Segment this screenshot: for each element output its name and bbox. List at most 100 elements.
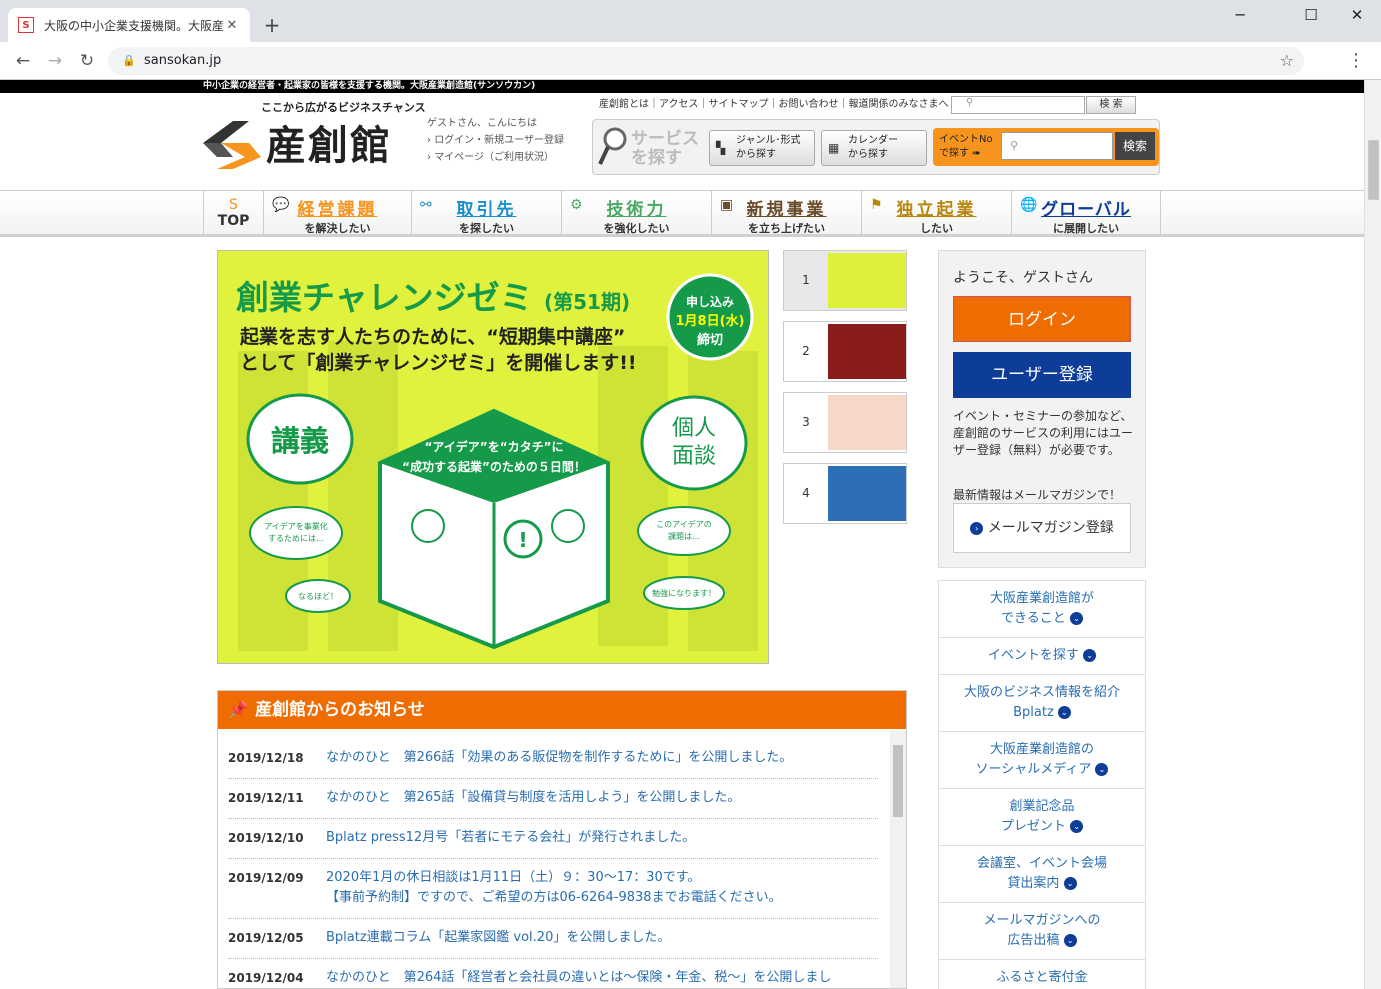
network-icon: ⚯ <box>420 197 432 213</box>
tab-title: 大阪の中小企業支援機関。大阪産 <box>44 18 224 33</box>
utility-links[interactable]: 産創館とは｜アクセス｜サイトマップ｜お問い合わせ｜報道関係のみなさまへ <box>599 95 949 110</box>
login-button[interactable]: ログイン <box>953 296 1131 342</box>
news-link[interactable]: なかのひと 第264話「経営者と会社員の違いとは～保険・年金、税～」を公開しまし <box>326 968 878 988</box>
nav-technology[interactable]: ⚙ 技術力 を強化したい <box>561 191 711 235</box>
welcome-text: ようこそ、ゲストさん <box>953 270 1093 286</box>
side-menu-item[interactable]: 大阪産業創造館の ソーシャルメディア ⌄ <box>939 732 1145 789</box>
carousel-thumb[interactable]: 3 <box>783 392 907 453</box>
calendar-search-button[interactable]: ▦ カレンダー から探す <box>821 130 927 166</box>
svg-text:“アイデア”を“カタチ”に: “アイデア”を“カタチ”に <box>425 439 564 454</box>
search-icon: ⚲ <box>1010 139 1019 152</box>
event-no-input[interactable]: ⚲ <box>1001 132 1113 160</box>
browser-toolbar: ← → ↻ 🔒 sansokan.jp ☆ ⋮ <box>0 42 1381 80</box>
speech-bubble-icon: 💬 <box>272 197 290 213</box>
news-link[interactable]: なかのひと 第266話「効果のある販促物を制作するために」を公開しました。 <box>326 748 878 768</box>
thumb-image <box>828 395 906 450</box>
close-tab-icon[interactable]: ✕ <box>224 18 240 33</box>
svg-text:するためには…: するためには… <box>268 534 324 543</box>
news-list: 2019/12/18 なかのひと 第266話「効果のある販促物を制作するために」を… <box>228 739 878 989</box>
news-scrollbar[interactable] <box>890 731 906 988</box>
newsletter-button[interactable]: › メールマガジン登録 <box>953 503 1131 553</box>
carousel-thumb[interactable]: 4 <box>783 463 907 524</box>
site-header: ここから広がるビジネスチャンス 産創館 ゲストさん、こんにちは › ログイン・新… <box>0 93 1364 190</box>
nav-management[interactable]: 💬 経営課題 を解決したい <box>263 191 411 235</box>
mail-note: 最新情報はメールマガジンで！ <box>953 488 1122 502</box>
forward-icon[interactable]: → <box>44 51 66 71</box>
carousel-thumb[interactable]: 2 <box>783 321 907 382</box>
nav-global[interactable]: 🌐 グローバル に展開したい <box>1011 191 1161 235</box>
svg-text:締切: 締切 <box>697 332 723 348</box>
chevron-down-icon: ⌄ <box>1069 612 1083 625</box>
mypage-link[interactable]: › マイページ（ご利用状況） <box>427 149 564 166</box>
event-no-search: イベントNo で探す ➠ ⚲ 検索 <box>933 128 1159 166</box>
hero-illustration: 創業チャレンジゼミ (第51期) 申し込み 1月8日(水) 締切 起業を志す人た… <box>218 251 768 663</box>
site-search-button[interactable]: 検 索 <box>1086 96 1136 114</box>
nav-partners[interactable]: ⚯ 取引先 を探したい <box>411 191 561 235</box>
guest-panel: ゲストさん、こんにちは › ログイン・新規ユーザー登録 › マイページ（ご利用状… <box>427 115 564 166</box>
news-link[interactable]: なかのひと 第265話「設備貸与制度を活用しよう」を公開しました。 <box>326 788 878 808</box>
site-search-input[interactable]: ⚲ <box>951 96 1085 114</box>
side-menu-item[interactable]: 大阪産業創造館が できること ⌄ <box>939 581 1145 638</box>
site-favicon-icon: S <box>18 17 34 33</box>
news-row: 2019/12/11 なかのひと 第265話「設備貸与制度を活用しよう」を公開しま… <box>228 779 878 819</box>
chevron-right-icon: › <box>970 521 984 535</box>
new-tab-icon[interactable]: + <box>262 13 282 37</box>
logo-small-icon: S <box>229 197 238 213</box>
browser-tabstrip: S 大阪の中小企業支援機関。大阪産 ✕ + ─ ☐ ✕ <box>0 0 1381 42</box>
svg-text:勉強になります！: 勉強になります！ <box>652 588 716 598</box>
maximize-icon[interactable]: ☐ <box>1291 6 1331 24</box>
site-logo[interactable]: ここから広がるビジネスチャンス 産創館 <box>203 99 426 179</box>
news-panel: 📌 産創館からのお知らせ 2019/12/18 なかのひと 第266話「効果のある… <box>217 690 907 989</box>
side-menu-item[interactable]: 創業記念品 プレゼント ⌄ <box>939 789 1145 846</box>
svg-text:“成功する起業”のための５日間！: “成功する起業”のための５日間！ <box>402 459 586 474</box>
chevron-down-icon: ⌄ <box>1057 706 1071 719</box>
magnifier-icon <box>598 127 627 165</box>
bookmark-star-icon[interactable]: ☆ <box>1280 47 1294 75</box>
gear-icon: ⚙ <box>570 197 583 213</box>
chevron-down-icon: ⌄ <box>1063 934 1077 947</box>
news-link[interactable]: 2020年1月の休日相談は1月11日（土）９：30～17：30です。 【事前予約… <box>326 868 878 908</box>
logo-name: 産創館 <box>266 122 392 169</box>
svg-text:!: ! <box>518 528 527 552</box>
minimize-icon[interactable]: ─ <box>1220 6 1260 24</box>
register-button[interactable]: ユーザー登録 <box>953 352 1131 398</box>
back-icon[interactable]: ← <box>12 51 34 71</box>
page-scrollbar[interactable] <box>1364 80 1381 989</box>
reload-icon[interactable]: ↻ <box>76 51 98 71</box>
news-row: 2019/12/10 Bplatz press12月号「若者にモテる会社」が発行さ… <box>228 819 878 859</box>
side-menu-item[interactable]: ふるさと寄付金 <box>939 960 1145 989</box>
login-register-link[interactable]: › ログイン・新規ユーザー登録 <box>427 132 564 149</box>
close-window-icon[interactable]: ✕ <box>1337 6 1377 24</box>
svg-text:面談: 面談 <box>672 444 716 469</box>
browser-menu-icon[interactable]: ⋮ <box>1347 50 1365 71</box>
hero-banner[interactable]: 創業チャレンジゼミ (第51期) 申し込み 1月8日(水) 締切 起業を志す人た… <box>217 250 769 664</box>
svg-text:このアイデアの: このアイデアの <box>656 519 712 529</box>
page: 中小企業の経営者・起業家の皆様を支援する機関。大阪産業創造館(サンソウカン) こ… <box>0 80 1364 989</box>
side-menu-item[interactable]: 大阪のビジネス情報を紹介 Bplatz ⌄ <box>939 675 1145 732</box>
event-no-search-button[interactable]: 検索 <box>1115 132 1155 160</box>
briefcase-icon: ▣ <box>720 197 734 213</box>
globe-icon: 🌐 <box>1020 197 1038 213</box>
nav-startup[interactable]: ⚑ 独立起業 したい <box>861 191 1011 235</box>
news-row: 2019/12/09 2020年1月の休日相談は1月11日（土）９：30～17：3… <box>228 859 878 919</box>
side-menu-item[interactable]: メールマガジンへの 広告出稿 ⌄ <box>939 903 1145 960</box>
pin-icon: 📌 <box>228 700 250 720</box>
hero-line1: 起業を志す人たちのために、“短期集中講座” <box>239 325 625 348</box>
address-bar[interactable]: 🔒 sansokan.jp ☆ <box>108 47 1304 75</box>
chevron-down-icon: ⌄ <box>1083 649 1097 662</box>
nav-new-business[interactable]: ▣ 新規事業 を立ち上げたい <box>711 191 861 235</box>
news-link[interactable]: Bplatz press12月号「若者にモテる会社」が発行されました。 <box>326 828 878 848</box>
genre-search-button[interactable]: ▚ ジャンル･形式 から探す <box>709 130 815 166</box>
url-text: sansokan.jp <box>144 53 222 68</box>
flag-icon: ⚑ <box>870 197 883 213</box>
side-menu-item[interactable]: 会議室、イベント会場 貸出案内 ⌄ <box>939 846 1145 903</box>
calendar-icon: ▦ <box>828 141 840 155</box>
nav-top[interactable]: S TOP <box>203 191 263 235</box>
side-menu-item[interactable]: イベントを探す ⌄ <box>939 638 1145 675</box>
news-row: 2019/12/04 なかのひと 第264話「経営者と会社員の違いとは～保険・年金… <box>228 959 878 989</box>
thumb-image <box>828 466 906 521</box>
news-link[interactable]: Bplatz連載コラム「起業家図鑑 vol.20」を公開しました。 <box>326 928 878 948</box>
browser-tab[interactable]: S 大阪の中小企業支援機関。大阪産 ✕ <box>8 8 250 42</box>
chevron-down-icon: ⌄ <box>1095 763 1109 776</box>
carousel-thumb[interactable]: 1 <box>783 250 907 311</box>
